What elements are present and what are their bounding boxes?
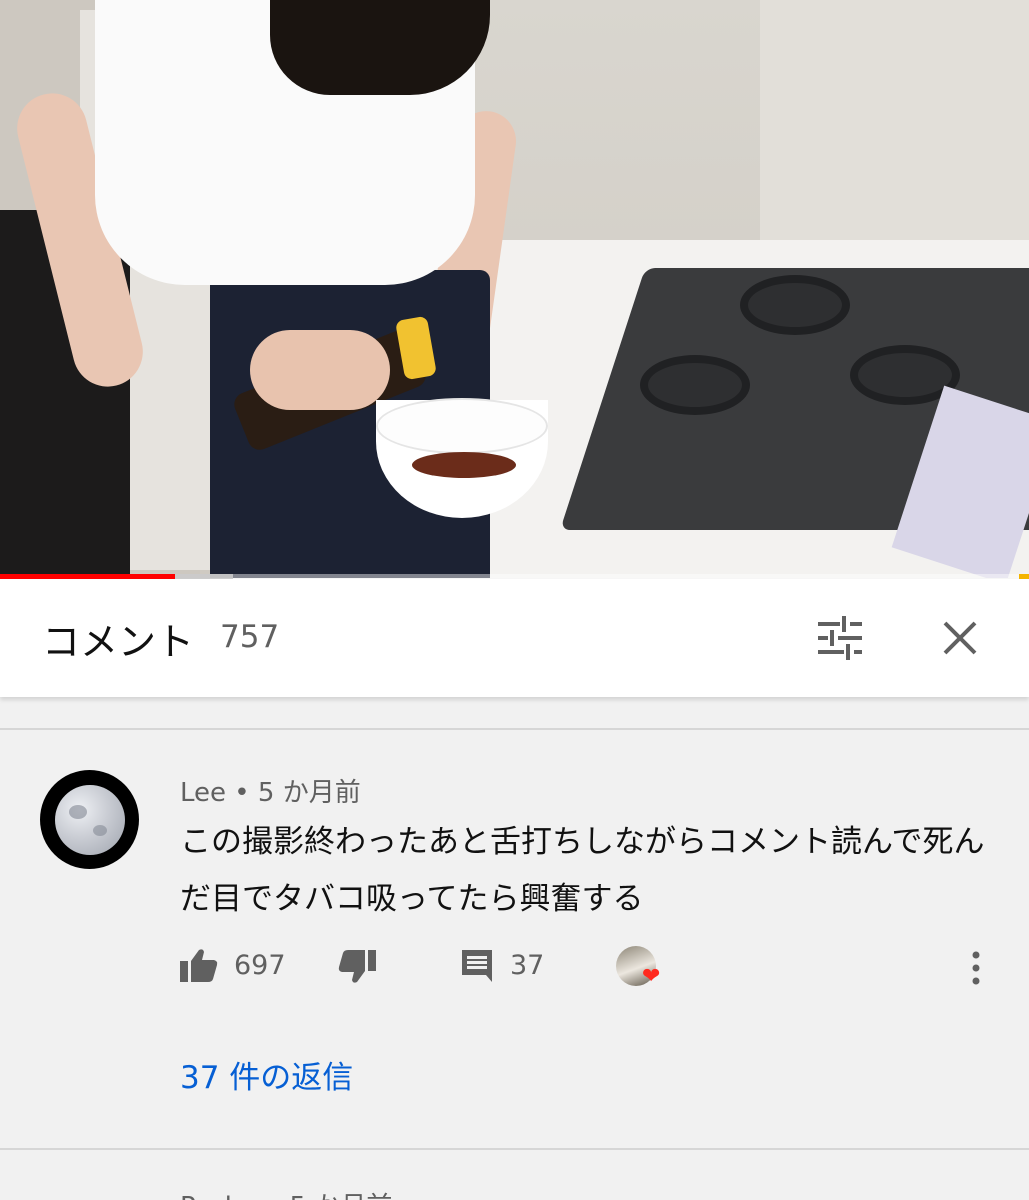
comments-count: 757 [220,619,280,655]
comment-divider [0,1148,1029,1150]
close-icon [943,621,977,655]
next-comment-meta: Pachu • 5 か月前 [180,1186,392,1200]
avatar[interactable] [40,770,139,869]
comment-icon [462,950,492,982]
video-scene-burner [640,355,750,415]
close-comments-button[interactable] [930,608,990,668]
dislike-button[interactable] [338,950,376,984]
comment-time: 5 か月前 [257,778,361,808]
moon-avatar-image [54,784,125,855]
comments-header: コメント 757 [0,579,1029,697]
view-replies-link[interactable]: 37 件の返信 [180,1052,353,1097]
comment-meta: Lee • 5 か月前 [180,772,361,809]
more-options-button[interactable] [970,950,982,986]
video-player[interactable] [0,0,1029,578]
like-button[interactable]: 697 [180,948,286,982]
tune-icon [818,616,862,660]
comment-actions: 697 37 ❤ [0,946,1029,988]
thumb-up-icon [180,949,218,982]
comment-text: この撮影終わったあと舌打ちしながらコメント読んで死んだ目でタバコ吸ってたら興奮す… [180,824,985,917]
heart-icon: ❤ [642,964,661,989]
comments-title: コメント [42,620,195,664]
creator-heart-badge: ❤ [616,946,660,988]
comment-author[interactable]: Lee [180,778,226,808]
like-count: 697 [234,949,286,981]
creator-avatar: ❤ [616,946,660,988]
video-scene-hand [250,330,390,410]
more-vert-icon [972,951,980,985]
video-scene-bowl-rim [376,398,548,454]
video-scene-bowl-contents [412,452,516,478]
sort-filter-button[interactable] [810,608,870,668]
meta-separator: • [234,778,250,808]
thumb-down-icon [338,950,376,983]
video-scene-burner [740,275,850,335]
reply-button[interactable]: 37 [460,948,544,982]
comment-item: Lee • 5 か月前 この撮影終わったあと舌打ちしながらコメント読んで死んだ目… [0,730,1029,1148]
reply-count: 37 [510,949,545,981]
